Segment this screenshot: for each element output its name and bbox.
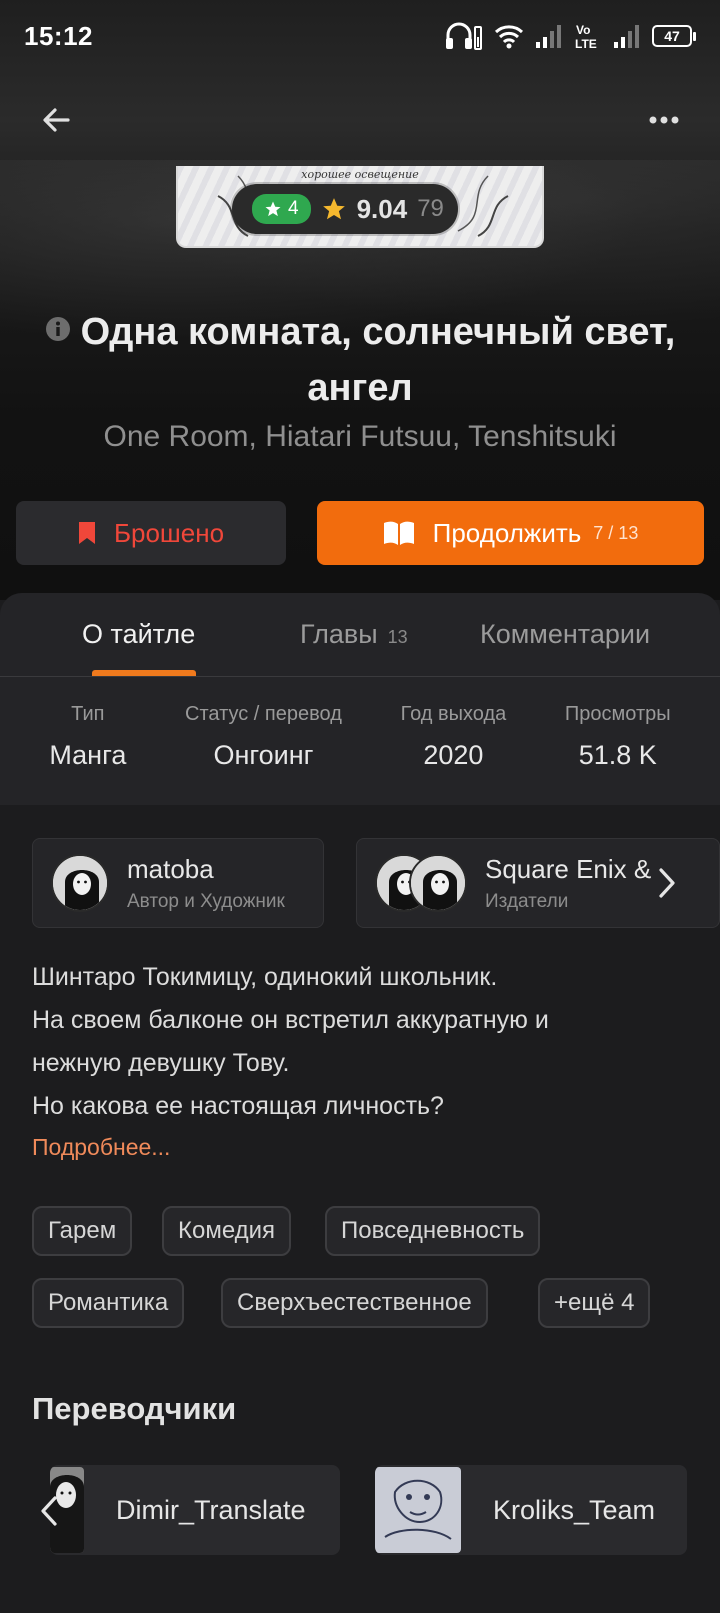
continue-reading-button[interactable]: Продолжить 7 / 13 xyxy=(317,501,704,565)
more-button[interactable] xyxy=(636,92,692,148)
description-line: Шинтаро Токимицу, одинокий школьник. xyxy=(32,963,498,991)
battery-icon: 47 xyxy=(652,25,696,47)
translator-card[interactable]: Dimir_Translate xyxy=(50,1465,340,1555)
signal-icon xyxy=(536,25,561,48)
tab-about[interactable]: О тайтле xyxy=(82,619,195,650)
translators-scroll-left[interactable] xyxy=(38,1494,60,1533)
alt-title: One Room, Hiatari Futsuu, Tenshitsuki xyxy=(103,420,617,453)
tab-bar: О тайтле Главы 13 Комментарии xyxy=(0,593,720,677)
open-book-icon xyxy=(383,521,414,545)
translator-name: Kroliks_Team xyxy=(493,1494,656,1525)
stat-value: 51.8 K xyxy=(578,740,657,770)
status-time: 15:12 xyxy=(24,20,93,51)
chevron-left-icon xyxy=(41,1496,57,1526)
stat-type: Тип Манга xyxy=(49,703,126,771)
volte-icon: Vo LTE xyxy=(575,23,597,50)
title-block: Одна комната, солнечный свет, ангел xyxy=(40,304,680,416)
rating-score: 9.04 xyxy=(356,193,408,224)
status-bar: 15:12 Vo LTE 47 xyxy=(0,0,720,72)
stat-value: Онгоинг xyxy=(213,740,314,770)
authors-scroll-right[interactable] xyxy=(656,866,678,905)
active-tab-indicator xyxy=(92,670,196,676)
svg-text:Vo: Vo xyxy=(576,23,590,37)
translator-name: Dimir_Translate xyxy=(116,1494,306,1525)
bookmark-icon xyxy=(78,522,95,544)
author-role: Издатели xyxy=(485,890,569,912)
genre-tag[interactable]: Комедия xyxy=(162,1206,292,1256)
description-line: На своем балконе он встретил аккуратную … xyxy=(32,1006,549,1034)
stat-status: Статус / перевод Онгоинг xyxy=(185,703,342,771)
top-nav xyxy=(0,80,720,160)
continue-progress: 7 / 13 xyxy=(593,522,639,543)
reading-status-button[interactable]: Брошено xyxy=(16,501,286,565)
tab-about-label: О тайтле xyxy=(82,619,196,649)
stat-label: Просмотры xyxy=(564,703,671,725)
description-line: нежную девушку Тову. xyxy=(32,1049,290,1077)
arrow-left-icon xyxy=(43,108,70,132)
star-icon xyxy=(265,201,281,217)
genre-tag[interactable]: Гарем xyxy=(32,1206,133,1256)
description: Шинтаро Токимицу, одинокий школьник. На … xyxy=(32,956,692,1128)
continue-label: Продолжить xyxy=(432,517,582,548)
status-icons: Vo LTE 47 xyxy=(444,21,696,51)
rating-badge[interactable]: 4 9.04 79 xyxy=(232,184,458,234)
chevron-right-icon xyxy=(659,868,675,898)
stats-row: Тип Манга Статус / перевод Онгоинг Год в… xyxy=(0,703,720,771)
author-text: Square Enix & Издатели xyxy=(485,854,651,913)
rating-votes: 79 xyxy=(417,195,444,222)
stat-label: Год выхода xyxy=(400,703,507,725)
reading-status-label: Брошено xyxy=(113,517,225,548)
stat-label: Тип xyxy=(71,703,105,725)
tab-chapters-count: 13 xyxy=(387,627,408,647)
read-more-link[interactable]: Подробнее... xyxy=(32,1134,170,1161)
avatar xyxy=(409,854,467,912)
tab-chapters[interactable]: Главы 13 xyxy=(300,619,408,650)
author-name: Square Enix & xyxy=(485,853,652,884)
author-role: Автор и Художник xyxy=(127,890,285,912)
battery-level: 47 xyxy=(652,25,692,47)
wifi-icon xyxy=(494,25,524,49)
title-text: Одна комната, солнечный свет, ангел xyxy=(80,311,676,409)
description-line: Но какова ее настоящая личность? xyxy=(32,1092,444,1120)
stat-views: Просмотры 51.8 K xyxy=(565,703,671,771)
page-title: Одна комната, солнечный свет, ангел xyxy=(40,304,680,416)
signal-icon-2 xyxy=(614,25,639,48)
tab-comments[interactable]: Комментарии xyxy=(480,619,650,650)
stat-value: Манга xyxy=(49,740,127,770)
avatar xyxy=(51,854,109,912)
translators-heading: Переводчики xyxy=(32,1391,237,1426)
info-icon[interactable] xyxy=(45,316,71,342)
back-button[interactable] xyxy=(28,92,84,148)
stat-value: 2020 xyxy=(423,740,484,770)
star-icon xyxy=(322,198,345,220)
svg-text:LTE: LTE xyxy=(575,37,597,50)
more-dots-icon xyxy=(649,116,679,124)
tab-comments-label: Комментарии xyxy=(480,619,651,649)
tab-chapters-label: Главы xyxy=(300,619,378,649)
stat-label: Статус / перевод xyxy=(185,703,342,725)
stat-year: Год выхода 2020 xyxy=(401,703,507,771)
genre-tag[interactable]: Повседневность xyxy=(325,1206,541,1256)
translator-avatar xyxy=(375,1467,461,1553)
info-panel: О тайтле Главы 13 Комментарии Тип Манга С… xyxy=(0,593,720,805)
author-text: matoba Автор и Художник xyxy=(127,854,285,913)
user-rating: 4 xyxy=(252,194,311,224)
headphones-icon xyxy=(446,22,482,50)
more-tags-button[interactable]: +ещё 4 xyxy=(538,1278,651,1328)
translator-card[interactable]: Kroliks_Team xyxy=(375,1465,687,1555)
genre-tag[interactable]: Сверхъестественное xyxy=(221,1278,488,1328)
user-rating-value: 4 xyxy=(288,198,299,219)
author-card[interactable]: matoba Автор и Художник xyxy=(32,838,324,928)
genre-tag[interactable]: Романтика xyxy=(32,1278,185,1328)
author-name: matoba xyxy=(127,853,214,884)
